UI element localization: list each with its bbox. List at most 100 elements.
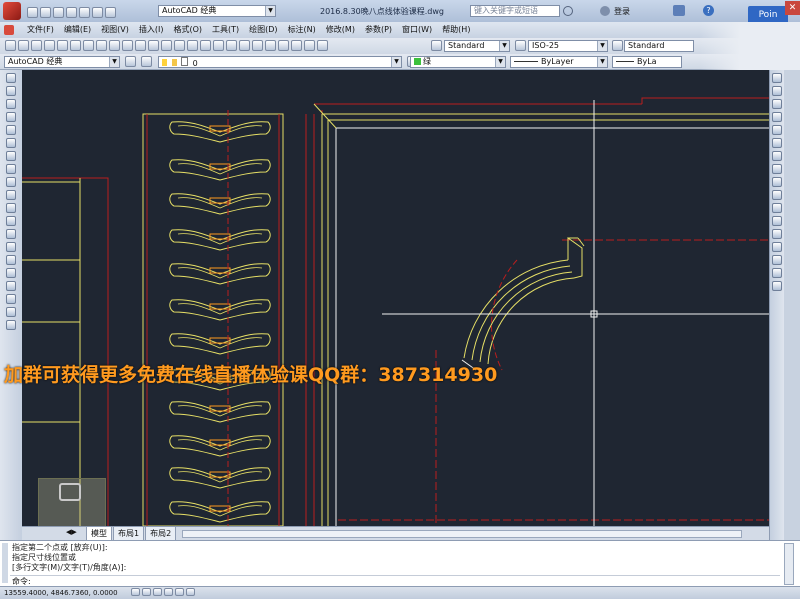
menu-window[interactable]: 窗口(W) <box>397 22 437 38</box>
mirror-tool-icon[interactable] <box>772 99 782 109</box>
explode-tool-icon[interactable] <box>772 281 782 291</box>
preview-icon[interactable] <box>57 40 68 51</box>
add-selected-icon[interactable] <box>6 320 16 330</box>
text-style-dropdown[interactable]: Standard ▼ <box>444 40 510 52</box>
table-tool-icon[interactable] <box>6 294 16 304</box>
menu-file[interactable]: 文件(F) <box>22 22 59 38</box>
circle-tool-icon[interactable] <box>6 151 16 161</box>
grid-toggle-icon[interactable] <box>142 588 151 596</box>
scale-tool-icon[interactable] <box>772 164 782 174</box>
menu-parametric[interactable]: 参数(P) <box>360 22 397 38</box>
search-icon[interactable] <box>563 6 573 16</box>
publish-icon[interactable] <box>70 40 81 51</box>
polygon-tool-icon[interactable] <box>6 112 16 122</box>
command-scrollbar[interactable] <box>784 543 794 585</box>
undo-icon[interactable] <box>161 40 172 51</box>
line-tool-icon[interactable] <box>6 73 16 83</box>
pan-icon[interactable] <box>187 40 198 51</box>
properties-icon[interactable] <box>239 40 250 51</box>
polyline-tool-icon[interactable] <box>6 99 16 109</box>
drawing-canvas[interactable] <box>22 70 769 526</box>
menu-format[interactable]: 格式(O) <box>168 22 207 38</box>
menu-edit[interactable]: 编辑(E) <box>59 22 96 38</box>
hatch-tool-icon[interactable] <box>6 255 16 265</box>
table-style-dropdown[interactable]: Standard <box>624 40 694 52</box>
color-dropdown[interactable]: 绿 ▼ <box>410 56 506 68</box>
doc-icon[interactable] <box>4 25 14 35</box>
undo-icon[interactable] <box>92 7 103 18</box>
menu-help[interactable]: 帮助(H) <box>437 22 475 38</box>
multiline-text-icon[interactable] <box>6 307 16 317</box>
break-tool-icon[interactable] <box>772 229 782 239</box>
extend-tool-icon[interactable] <box>772 203 782 213</box>
trim-tool-icon[interactable] <box>772 190 782 200</box>
open-icon[interactable] <box>18 40 29 51</box>
point-tool-icon[interactable] <box>6 242 16 252</box>
ortho-toggle-icon[interactable] <box>153 588 162 596</box>
login-link[interactable]: 登录 <box>614 6 630 17</box>
menu-draw[interactable]: 绘图(D) <box>244 22 282 38</box>
redo-icon[interactable] <box>174 40 185 51</box>
snap-toggle-icon[interactable] <box>131 588 140 596</box>
tab-layout1[interactable]: 布局1 <box>113 527 145 541</box>
tab-nav-arrows[interactable]: ◀▶ <box>66 528 77 536</box>
ellipse-tool-icon[interactable] <box>6 190 16 200</box>
polar-toggle-icon[interactable] <box>164 588 173 596</box>
navigation-widget[interactable] <box>38 478 106 526</box>
zoom-window-icon[interactable] <box>213 40 224 51</box>
make-block-icon[interactable] <box>6 229 16 239</box>
linetype-dropdown[interactable]: ByLayer ▼ <box>510 56 608 68</box>
menu-dimension[interactable]: 标注(N) <box>283 22 321 38</box>
region-tool-icon[interactable] <box>6 281 16 291</box>
fillet-tool-icon[interactable] <box>772 268 782 278</box>
save-icon[interactable] <box>31 40 42 51</box>
new-file-icon[interactable] <box>27 7 38 18</box>
sheet-set-icon[interactable] <box>278 40 289 51</box>
workspace-dropdown[interactable]: AutoCAD 经典 ▼ <box>158 5 276 17</box>
paste-icon[interactable] <box>122 40 133 51</box>
block-editor-icon[interactable] <box>148 40 159 51</box>
join-tool-icon[interactable] <box>772 242 782 252</box>
save-as-icon[interactable] <box>66 7 77 18</box>
help-icon[interactable] <box>317 40 328 51</box>
zoom-previous-icon[interactable] <box>226 40 237 51</box>
otrack-toggle-icon[interactable] <box>186 588 195 596</box>
quickcalc-icon[interactable] <box>304 40 315 51</box>
arc-tool-icon[interactable] <box>6 138 16 148</box>
qnew-icon[interactable] <box>5 40 16 51</box>
menu-view[interactable]: 视图(V) <box>96 22 134 38</box>
match-properties-icon[interactable] <box>135 40 146 51</box>
ellipse-arc-icon[interactable] <box>6 203 16 213</box>
layer-dropdown[interactable]: 0 ▼ <box>158 56 402 68</box>
copy-icon[interactable] <box>109 40 120 51</box>
menu-modify[interactable]: 修改(M) <box>321 22 360 38</box>
save-icon[interactable] <box>53 7 64 18</box>
rectangle-tool-icon[interactable] <box>6 125 16 135</box>
revision-cloud-icon[interactable] <box>6 164 16 174</box>
tab-layout2[interactable]: 布局2 <box>145 527 177 541</box>
help-icon[interactable]: ? <box>703 5 714 16</box>
osnap-toggle-icon[interactable] <box>175 588 184 596</box>
redo-icon[interactable] <box>105 7 116 18</box>
command-window-grip[interactable] <box>2 543 8 583</box>
copy-tool-icon[interactable] <box>772 86 782 96</box>
tab-model[interactable]: 模型 <box>86 527 112 541</box>
stretch-tool-icon[interactable] <box>772 177 782 187</box>
insert-block-icon[interactable] <box>6 216 16 226</box>
dim-style-dropdown[interactable]: ISO-25 ▼ <box>528 40 608 52</box>
chamfer-tool-icon[interactable] <box>772 255 782 265</box>
horizontal-scrollbar[interactable] <box>182 530 742 538</box>
workspace-combo[interactable]: AutoCAD 经典 ▼ <box>4 56 120 68</box>
print-icon[interactable] <box>79 7 90 18</box>
lineweight-dropdown[interactable]: ByLa <box>612 56 682 68</box>
rotate-tool-icon[interactable] <box>772 151 782 161</box>
offset-tool-icon[interactable] <box>772 112 782 122</box>
gradient-tool-icon[interactable] <box>6 268 16 278</box>
3d-print-icon[interactable] <box>83 40 94 51</box>
markup-icon[interactable] <box>291 40 302 51</box>
break-point-icon[interactable] <box>772 216 782 226</box>
zoom-realtime-icon[interactable] <box>200 40 211 51</box>
user-icon[interactable] <box>600 6 610 16</box>
erase-tool-icon[interactable] <box>772 73 782 83</box>
spline-tool-icon[interactable] <box>6 177 16 187</box>
